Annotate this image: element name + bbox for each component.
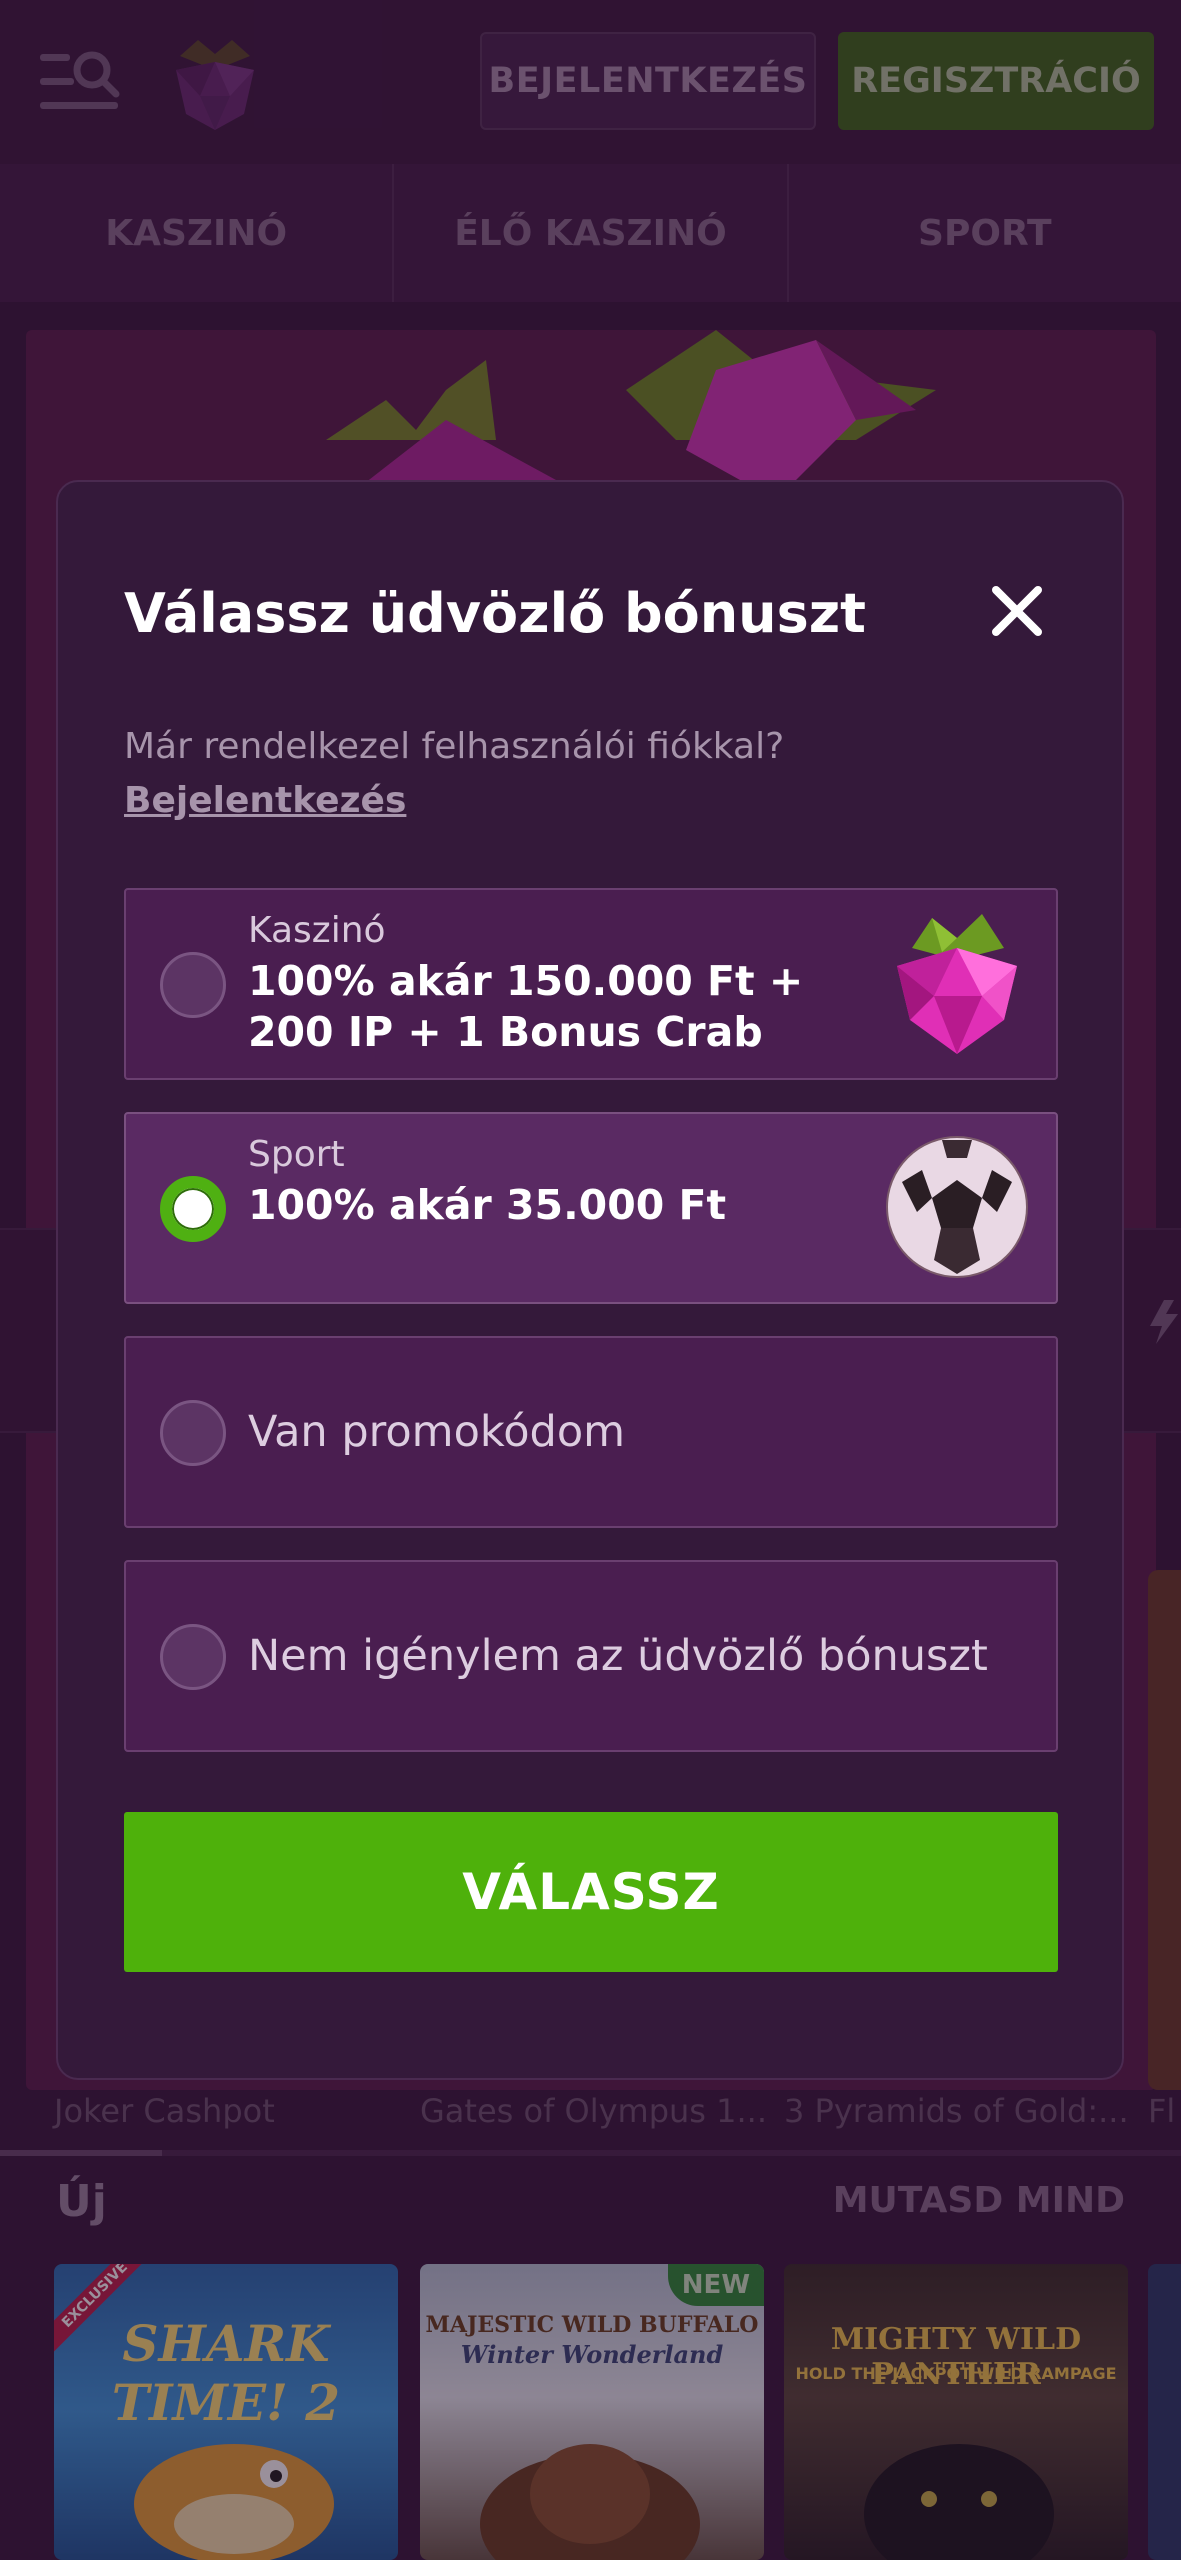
close-icon[interactable] [988, 582, 1046, 640]
radio-button[interactable] [160, 1624, 226, 1690]
radio-button[interactable] [160, 952, 226, 1018]
option-category: Sport [248, 1134, 345, 1175]
option-category: Kaszinó [248, 910, 386, 951]
option-description: 100% akár 35.000 Ft [248, 1181, 727, 1229]
option-label: Nem igénylem az üdvözlő bónuszt [248, 1631, 988, 1681]
welcome-bonus-modal: Válassz üdvözlő bónuszt Már rendelkezel … [56, 480, 1124, 2080]
login-link[interactable]: Bejelentkezés [124, 780, 406, 821]
login-prompt: Már rendelkezel felhasználói fiókkal? [124, 726, 785, 767]
soccer-ball-icon [886, 1136, 1028, 1278]
raspberry-gem-icon [897, 914, 1017, 1054]
radio-button[interactable] [160, 1400, 226, 1466]
choose-button[interactable]: VÁLASSZ [124, 1812, 1058, 1972]
option-label: Van promokódom [248, 1407, 626, 1457]
option-description: 100% akár 150.000 Ft + 200 IP + 1 Bonus … [248, 957, 804, 1056]
radio-button-selected[interactable] [160, 1176, 226, 1242]
bonus-option-promo-code[interactable]: Van promokódom [124, 1336, 1058, 1528]
bonus-option-casino[interactable]: Kaszinó 100% akár 150.000 Ft + 200 IP + … [124, 888, 1058, 1080]
modal-title: Válassz üdvözlő bónuszt [124, 582, 866, 645]
bonus-option-no-bonus[interactable]: Nem igénylem az üdvözlő bónuszt [124, 1560, 1058, 1752]
bonus-option-sport[interactable]: Sport 100% akár 35.000 Ft [124, 1112, 1058, 1304]
